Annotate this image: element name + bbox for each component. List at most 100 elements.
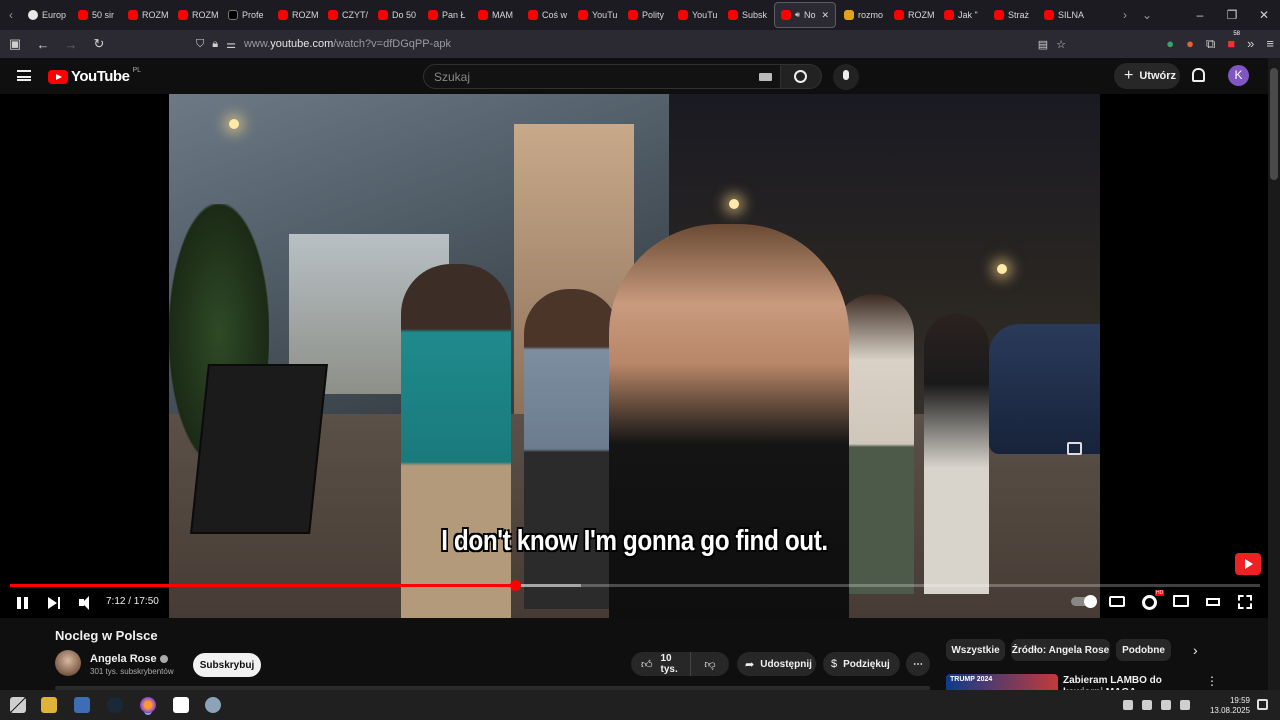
browser-tab[interactable]: Subsk — [722, 2, 772, 28]
browser-tab[interactable]: Jak " — [938, 2, 988, 28]
search-input[interactable] — [424, 65, 744, 88]
browser-tab[interactable]: Pan Ł — [422, 2, 472, 28]
browser-tab[interactable]: Profe — [222, 2, 272, 28]
onedrive-icon[interactable] — [1142, 700, 1152, 710]
recommendation-thumbnail[interactable]: TRUMP 2024 — [946, 674, 1058, 690]
share-button[interactable]: ➦ Udostępnij — [737, 652, 816, 676]
thanks-button[interactable]: $ Podziękuj — [823, 652, 900, 676]
browser-tab[interactable]: YouTu — [572, 2, 622, 28]
youtube-extension-icon[interactable]: ■ 58 — [1227, 31, 1240, 52]
browser-tab[interactable]: Do 50 — [372, 2, 422, 28]
scrollbar-thumb[interactable] — [1270, 68, 1278, 180]
fullscreen-icon[interactable] — [1238, 595, 1252, 609]
browser-tab[interactable]: 🔊︎ No ✕ — [774, 2, 836, 28]
tab-scroll-right-icon[interactable]: › — [1114, 0, 1136, 30]
video-player[interactable]: I don't know I'm gonna go find out. 7:12… — [0, 94, 1268, 618]
pause-icon[interactable] — [17, 594, 29, 612]
close-window-icon[interactable]: ✕ — [1248, 8, 1280, 22]
chip-source[interactable]: Źródło: Angela Rose — [1011, 639, 1110, 661]
subscribe-watermark-icon[interactable] — [1235, 553, 1261, 575]
channel-name[interactable]: Angela Rose — [90, 653, 168, 665]
sidebar-toggle-icon[interactable]: ▣ — [6, 36, 24, 52]
create-button[interactable]: + Utwórz — [1114, 63, 1180, 89]
account-avatar[interactable]: K — [1228, 65, 1249, 86]
tab-label: Pan Ł — [442, 10, 466, 20]
youtube-logo[interactable]: YouTube PL — [48, 67, 141, 85]
next-icon[interactable] — [48, 594, 62, 612]
theater-mode-icon[interactable] — [1206, 598, 1220, 606]
browser-tab[interactable]: MAM — [472, 2, 522, 28]
app-menu-icon[interactable]: ≡ — [1266, 36, 1274, 52]
chip-similar[interactable]: Podobne — [1116, 639, 1171, 661]
subtitles-icon[interactable] — [1109, 596, 1125, 607]
url-text[interactable]: www.youtube.com/watch?v=dfDGqPP-apk — [244, 38, 451, 50]
keyboard-icon[interactable] — [759, 73, 772, 81]
browser-tab[interactable]: ROZM — [122, 2, 172, 28]
screen-app-icon[interactable] — [74, 697, 90, 713]
page-scrollbar[interactable] — [1268, 58, 1280, 690]
maximize-icon[interactable]: ❐ — [1216, 8, 1248, 22]
miniplayer-icon[interactable] — [1173, 595, 1189, 607]
extensions-icon[interactable]: ⧉ — [1206, 36, 1215, 52]
volume-tray-icon[interactable] — [1180, 700, 1190, 710]
file-explorer-icon[interactable] — [41, 697, 57, 713]
minimize-icon[interactable]: – — [1184, 8, 1216, 22]
subscribe-button[interactable]: Subskrybuj — [193, 653, 261, 677]
fox-extension-icon[interactable]: ● — [1186, 36, 1194, 52]
windows-start-icon[interactable] — [10, 697, 26, 713]
browser-tab[interactable]: 50 sir — [72, 2, 122, 28]
like-button[interactable]: 👍︎ 10 tys. — [631, 652, 690, 676]
browser-tab[interactable]: ROZM — [888, 2, 938, 28]
app-icon[interactable] — [205, 697, 221, 713]
browser-tab[interactable]: Straż — [988, 2, 1038, 28]
tab-list-dropdown-icon[interactable]: ⌄ — [1136, 0, 1158, 30]
tray-overflow-icon[interactable] — [1123, 700, 1133, 710]
browser-tab[interactable]: Polity — [622, 2, 672, 28]
notifications-bell-icon[interactable] — [1192, 68, 1205, 82]
bookmark-star-icon[interactable]: ☆ — [1056, 38, 1066, 51]
browser-tab[interactable]: SILNA — [1038, 2, 1088, 28]
vpn-extension-icon[interactable]: ● — [1166, 36, 1174, 52]
settings-gear-icon[interactable] — [1142, 595, 1157, 610]
notion-icon[interactable] — [173, 697, 189, 713]
more-actions-button[interactable]: ⋯ — [906, 652, 930, 676]
progress-bar[interactable] — [10, 580, 1260, 591]
tab-scroll-left-icon[interactable]: ‹ — [0, 0, 22, 30]
forward-icon[interactable]: → — [62, 37, 80, 52]
chevron-right-icon[interactable]: › — [1193, 642, 1198, 658]
volume-icon[interactable] — [79, 594, 95, 612]
permissions-icon[interactable]: ⚌ — [226, 38, 236, 51]
back-icon[interactable]: ← — [34, 37, 52, 52]
overflow-menu-icon[interactable]: » — [1247, 36, 1254, 52]
browser-tab[interactable]: rozmo — [838, 2, 888, 28]
notifications-icon[interactable] — [1257, 699, 1268, 710]
firefox-icon[interactable] — [140, 697, 156, 713]
browser-tab[interactable]: CZYT/ — [322, 2, 372, 28]
hamburger-menu-icon[interactable] — [17, 70, 31, 81]
network-icon[interactable] — [1161, 700, 1171, 710]
channel-avatar[interactable] — [55, 650, 81, 676]
browser-tab[interactable]: ROZM — [272, 2, 322, 28]
search-button[interactable] — [781, 64, 822, 89]
reload-icon[interactable]: ↻ — [90, 36, 108, 52]
progress-scrubber[interactable] — [510, 580, 521, 591]
reader-view-icon[interactable]: ▤ — [1038, 38, 1048, 51]
address-bar[interactable]: ⛉ 🔒︎ ⚌ www.youtube.com/watch?v=dfDGqPP-a… — [196, 32, 1066, 56]
close-tab-icon[interactable]: ✕ — [821, 10, 829, 21]
expand-icon[interactable] — [1067, 442, 1082, 455]
kebab-menu-icon[interactable]: ⋮ — [1206, 674, 1218, 688]
dislike-button[interactable]: 👎︎ — [690, 652, 729, 676]
chip-all[interactable]: Wszystkie — [946, 639, 1005, 661]
tab-audio-icon[interactable]: 🔊︎ — [795, 10, 800, 20]
video-frame[interactable]: I don't know I'm gonna go find out. — [169, 94, 1100, 618]
lock-icon[interactable]: 🔒︎ — [212, 38, 218, 51]
voice-search-icon[interactable] — [833, 64, 859, 90]
autoplay-toggle[interactable] — [1071, 595, 1097, 608]
browser-tab[interactable]: ROZM — [172, 2, 222, 28]
browser-tab[interactable]: Europ — [22, 2, 72, 28]
shield-icon[interactable]: ⛉ — [196, 38, 204, 51]
clock[interactable]: 19:59 13.08.2025 — [1210, 696, 1250, 716]
steam-icon[interactable] — [107, 697, 123, 713]
browser-tab[interactable]: Coś w — [522, 2, 572, 28]
browser-tab[interactable]: YouTu — [672, 2, 722, 28]
